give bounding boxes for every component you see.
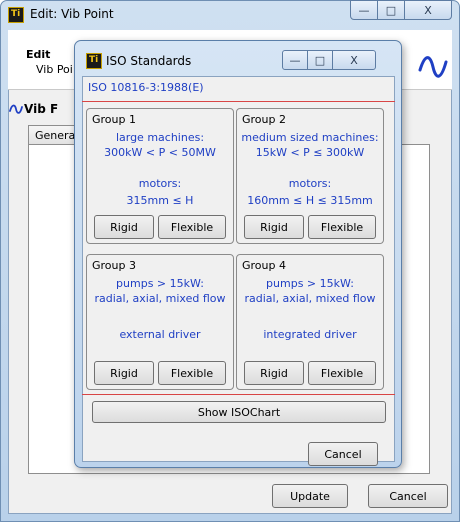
dialog-cancel-button[interactable]: Cancel — [308, 442, 378, 466]
group-2-box: Group 2 medium sized machines: 15kW < P … — [236, 108, 384, 244]
group-3-flexible-button[interactable]: Flexible — [158, 361, 226, 385]
group-title: Group 3 — [92, 259, 136, 272]
group-line: 160mm ≤ H ≤ 315mm — [247, 194, 373, 207]
iso-standard-label: ISO 10816-3:1988(E) — [88, 81, 204, 94]
minimize-button[interactable]: — — [350, 0, 378, 20]
vib-point-label: Vib F — [24, 102, 59, 116]
group-line: radial, axial, mixed flow — [94, 292, 226, 305]
group-line: 315mm ≤ H — [126, 194, 194, 207]
group-line: pumps > 15kW: — [116, 277, 204, 290]
group-line: pumps > 15kW: — [266, 277, 354, 290]
close-button[interactable]: X — [404, 0, 452, 20]
dialog-title: ISO Standards — [106, 54, 192, 68]
app-logo-icon — [8, 7, 24, 23]
wave-small-icon — [9, 104, 23, 114]
group-1-flexible-button[interactable]: Flexible — [158, 215, 226, 239]
group-line: motors: — [138, 177, 182, 190]
group-3-rigid-button[interactable]: Rigid — [94, 361, 154, 385]
group-2-rigid-button[interactable]: Rigid — [244, 215, 304, 239]
cancel-button[interactable]: Cancel — [368, 484, 448, 508]
group-line: motors: — [288, 177, 332, 190]
group-line: 300kW < P < 50MW — [104, 146, 216, 159]
group-1-box: Group 1 large machines: 300kW < P < 50MW… — [86, 108, 234, 244]
group-4-box: Group 4 pumps > 15kW: radial, axial, mix… — [236, 254, 384, 390]
update-button[interactable]: Update — [272, 484, 348, 508]
group-line: medium sized machines: — [241, 131, 379, 144]
dialog-close-button[interactable]: X — [332, 50, 376, 70]
window-title: Edit: Vib Point — [30, 7, 114, 21]
group-title: Group 2 — [242, 113, 286, 126]
separator-line — [82, 394, 395, 395]
group-line: radial, axial, mixed flow — [244, 292, 376, 305]
group-4-rigid-button[interactable]: Rigid — [244, 361, 304, 385]
wave-icon — [418, 56, 448, 78]
group-title: Group 4 — [242, 259, 286, 272]
group-2-flexible-button[interactable]: Flexible — [308, 215, 376, 239]
dialog-maximize-button[interactable]: □ — [307, 50, 333, 70]
group-title: Group 1 — [92, 113, 136, 126]
group-line: integrated driver — [263, 328, 357, 341]
header-title: Edit — [26, 48, 51, 61]
show-isochart-button[interactable]: Show ISOChart — [92, 401, 386, 423]
separator-line — [82, 101, 395, 102]
group-line: large machines: — [115, 131, 205, 144]
dialog-minimize-button[interactable]: — — [282, 50, 308, 70]
group-4-flexible-button[interactable]: Flexible — [308, 361, 376, 385]
group-line: external driver — [119, 328, 201, 341]
group-1-rigid-button[interactable]: Rigid — [94, 215, 154, 239]
group-line: 15kW < P ≤ 300kW — [255, 146, 365, 159]
maximize-button[interactable]: □ — [377, 0, 405, 20]
app-logo-icon — [86, 53, 102, 69]
header-subtitle: Vib Poi — [36, 63, 73, 76]
group-3-box: Group 3 pumps > 15kW: radial, axial, mix… — [86, 254, 234, 390]
